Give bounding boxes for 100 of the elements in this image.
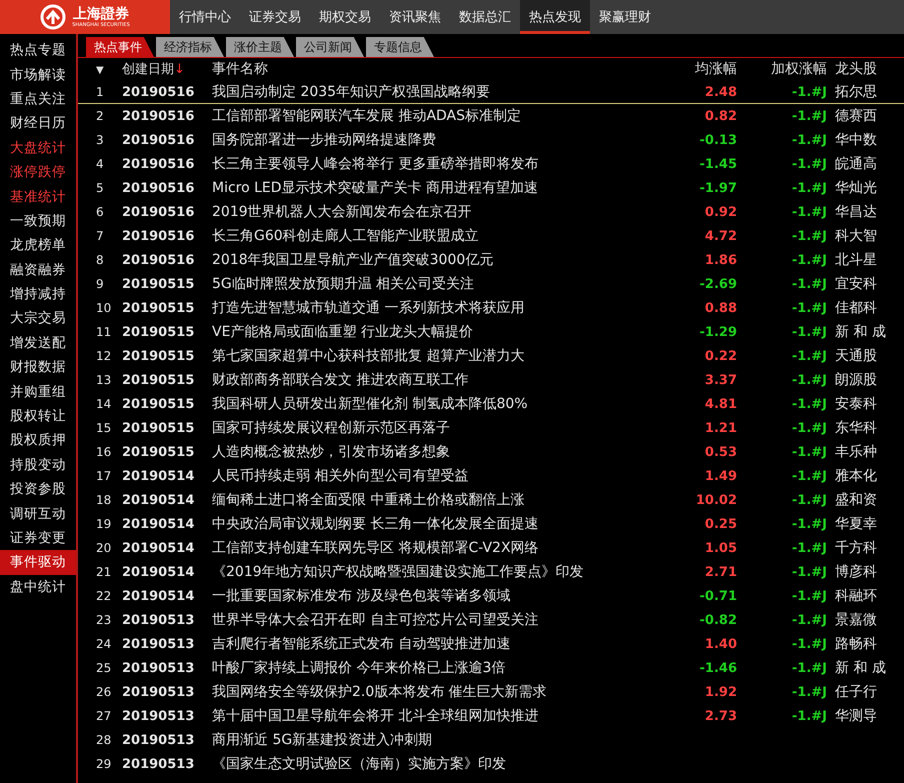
- table-row[interactable]: 19 20190514 中央政治局审议规划纲要 长三角一体化发展全面提速 0.25 -1.#J 华夏幸: [78, 512, 904, 536]
- column-header[interactable]: 龙头股: [835, 60, 895, 78]
- column-header[interactable]: 事件名称: [212, 60, 652, 78]
- table-row[interactable]: 17 20190514 人民币持续走弱 相关外向型公司有望受益 1.49 -1.#J 雅本化: [78, 464, 904, 488]
- table-cell-text: 10.02: [694, 492, 737, 508]
- nav-tab[interactable]: 证券交易: [240, 0, 310, 34]
- table-row[interactable]: 26 20190513 我国网络安全等级保护2.0版本将发布 催生巨大新需求 1.92 -1.#J 任子行: [78, 680, 904, 704]
- sidebar-item[interactable]: 增发送配: [0, 330, 76, 356]
- table-row[interactable]: 14 20190515 我国科研人员研发出新型催化剂 制氢成本降低80% 4.81 -1.#J 安泰科: [78, 392, 904, 416]
- table-cell-text: -1.#J: [790, 180, 827, 196]
- table-row[interactable]: 20 20190514 工信部支持创建车联网先导区 将规模部署C-V2X网络 1.05 -1.#J 千方科: [78, 536, 904, 560]
- table-cell-text: 《2019年地方知识产权战略暨强国建设实施工作要点》印发: [212, 563, 585, 581]
- sidebar-item[interactable]: 投资参股: [0, 477, 76, 502]
- table-row[interactable]: 25 20190513 叶酸厂家持续上调报价 今年来价格已上涨逾3倍 -1.46 -1.#J 新 和 成: [78, 656, 904, 680]
- table-row[interactable]: 15 20190515 国家可持续发展议程创新示范区再落子 1.21 -1.#J 东华科: [78, 416, 904, 440]
- nav-tab[interactable]: 行情中心: [170, 0, 240, 34]
- nav-tab[interactable]: 资讯聚焦: [380, 0, 450, 34]
- table-cell-text: 景嘉微: [835, 611, 878, 629]
- row-number: 24: [95, 637, 112, 651]
- table-cell-text: -1.#J: [790, 612, 827, 628]
- table-row[interactable]: 3 20190516 国务院部署进一步推动网络提速降费 -0.13 -1.#J 华中数: [78, 128, 904, 152]
- sidebar-item[interactable]: 财报数据: [0, 355, 76, 380]
- sidebar-item[interactable]: 大宗交易: [0, 306, 76, 331]
- table-cell-text: 任子行: [835, 683, 878, 701]
- table-cell-text: -1.#J: [790, 708, 827, 724]
- sidebar-item[interactable]: 并购重组: [0, 379, 76, 404]
- table-cell-text: -0.71: [698, 588, 737, 604]
- sidebar-item[interactable]: 龙虎榜单: [0, 233, 76, 258]
- table-cell-text: -1.#J: [790, 636, 827, 652]
- table-row[interactable]: 27 20190513 第十届中国卫星导航年会将开 北斗全球组网加快推进 2.73 -1.#J 华测导: [78, 704, 904, 728]
- sidebar-item[interactable]: 增持减持: [0, 282, 76, 306]
- sidebar-item[interactable]: 大盘统计: [0, 136, 76, 160]
- sidebar-item[interactable]: 财经日历: [0, 111, 76, 136]
- table-row[interactable]: 4 20190516 长三角主要领导人峰会将举行 更多重磅举措即将发布 -1.45 -1.#J 皖通高: [78, 152, 904, 176]
- sidebar-item[interactable]: 事件驱动: [0, 550, 76, 575]
- row-number: 19: [95, 517, 112, 531]
- row-number: 23: [95, 613, 112, 627]
- nav-tab[interactable]: 期权交易: [310, 0, 380, 34]
- sidebar-item[interactable]: 盘中统计: [0, 574, 76, 599]
- table-cell-text: 3.37: [704, 372, 737, 388]
- sidebar-item[interactable]: 市场解读: [0, 62, 76, 87]
- sidebar-item[interactable]: 证券变更: [0, 526, 76, 550]
- column-menu-glyph[interactable]: ▼: [96, 65, 104, 76]
- nav-tab[interactable]: 数据总汇: [450, 0, 520, 34]
- table-row[interactable]: 21 20190514 《2019年地方知识产权战略暨强国建设实施工作要点》印发 2.71 -1.#J 博彦科: [78, 560, 904, 584]
- column-header[interactable]: 加权涨幅: [737, 60, 827, 78]
- row-number: 26: [95, 685, 112, 699]
- table-cell-text: 华灿光: [835, 179, 878, 197]
- sidebar-item[interactable]: 一致预期: [0, 208, 76, 234]
- table-cell-text: -1.46: [698, 660, 737, 676]
- table-row[interactable]: 12 20190515 第七家国家超算中心获科技部批复 超算产业潜力大 0.22 -1.#J 天通股: [78, 344, 904, 368]
- nav-tab[interactable]: 热点发现: [520, 0, 590, 34]
- table-cell-text: -1.#J: [790, 444, 827, 460]
- table-row[interactable]: 24 20190513 吉利爬行者智能系统正式发布 自动驾驶推进加速 1.40 -1.#J 路畅科: [78, 632, 904, 656]
- table-row[interactable]: 16 20190515 人造肉概念被热炒，引发市场诸多想象 0.53 -1.#J 丰乐种: [78, 440, 904, 464]
- table-row[interactable]: 2 20190516 工信部部署智能网联汽车发展 推动ADAS标准制定 0.82 -1.#J 德赛西: [78, 104, 904, 128]
- sidebar-item[interactable]: 融资融券: [0, 258, 76, 282]
- table-cell-text: 《国家生态文明试验区（海南）实施方案》印发: [212, 755, 507, 773]
- table-cell-text: 长三角G60科创走廊人工智能产业联盟成立: [212, 227, 480, 245]
- table-cell-text: 朗源股: [835, 371, 878, 389]
- table-cell-text: 北斗星: [835, 251, 878, 269]
- row-number: 5: [95, 181, 105, 195]
- tab[interactable]: 热点事件: [86, 37, 154, 57]
- table-row[interactable]: 22 20190514 一批重要国家标准发布 涉及绿色包装等诸多领域 -0.71 -1.#J 科融环: [78, 584, 904, 608]
- column-header[interactable]: 创建日期: [122, 62, 174, 77]
- row-number: 1: [95, 85, 105, 99]
- sidebar-item[interactable]: 重点关注: [0, 86, 76, 112]
- sidebar-item[interactable]: 基准统计: [0, 184, 76, 209]
- table-row[interactable]: 8 20190516 2018年我国卫星导航产业产值突破3000亿元 1.86 -1.#J 北斗星: [78, 248, 904, 272]
- table-row[interactable]: 13 20190515 财政部商务部联合发文 推进农商互联工作 3.37 -1.#J 朗源股: [78, 368, 904, 392]
- sidebar-item[interactable]: 调研互动: [0, 501, 76, 526]
- table-row[interactable]: 23 20190513 世界半导体大会召开在即 自主可控芯片公司望受关注 -0.82 -1.#J 景嘉微: [78, 608, 904, 632]
- row-number: 16: [95, 445, 112, 459]
- table-row[interactable]: 7 20190516 长三角G60科创走廊人工智能产业联盟成立 4.72 -1.#J 科大智: [78, 224, 904, 248]
- sidebar-item[interactable]: 股权转让: [0, 404, 76, 428]
- tab[interactable]: 涨价主题: [226, 37, 294, 57]
- sidebar-item[interactable]: 热点专题: [0, 38, 76, 62]
- row-number: 20: [95, 541, 112, 555]
- sidebar-item[interactable]: 股权质押: [0, 428, 76, 453]
- table-cell-text: 1.86: [704, 252, 737, 268]
- table-cell-text: -1.#J: [790, 276, 827, 292]
- nav-tab[interactable]: 聚赢理财: [590, 0, 660, 34]
- sidebar-item[interactable]: 涨停跌停: [0, 160, 76, 184]
- table-row[interactable]: 5 20190516 Micro LED显示技术突破量产关卡 商用进程有望加速 -1.97 -1.#J 华灿光: [78, 176, 904, 200]
- tab[interactable]: 公司新闻: [296, 37, 364, 57]
- table-row[interactable]: 11 20190515 VE产能格局或面临重塑 行业龙头大幅提价 -1.29 -1.#J 新 和 成: [78, 320, 904, 344]
- table-row[interactable]: 29 20190513 《国家生态文明试验区（海南）实施方案》印发: [78, 752, 904, 776]
- table-cell-text: -1.45: [698, 156, 737, 172]
- table-row[interactable]: 28 20190513 商用渐近 5G新基建投资进入冲刺期: [78, 728, 904, 752]
- tab[interactable]: 专题信息: [366, 37, 434, 57]
- tab[interactable]: 经济指标: [156, 37, 224, 57]
- table-row[interactable]: 1 20190516 我国启动制定 2035年知识产权强国战略纲要 2.48 -1.#J 拓尔思: [78, 80, 904, 104]
- table-row[interactable]: 9 20190515 5G临时牌照发放预期升温 相关公司受关注 -2.69 -1.#J 宜安科: [78, 272, 904, 296]
- table-row[interactable]: 18 20190514 缅甸稀土进口将全面受限 中重稀土价格或翻倍上涨 10.02 -1.#J 盛和资: [78, 488, 904, 512]
- column-header[interactable]: 均涨幅: [652, 60, 737, 78]
- table-row[interactable]: 10 20190515 打造先进智慧城市轨道交通 一系列新技术将获应用 0.88 -1.#J 佳都科: [78, 296, 904, 320]
- row-number: 4: [95, 157, 105, 171]
- table-row[interactable]: 6 20190516 2019世界机器人大会新闻发布会在京召开 0.92 -1.#J 华昌达: [78, 200, 904, 224]
- table-cell-text: 20190516: [122, 180, 196, 196]
- sidebar-item[interactable]: 持股变动: [0, 452, 76, 478]
